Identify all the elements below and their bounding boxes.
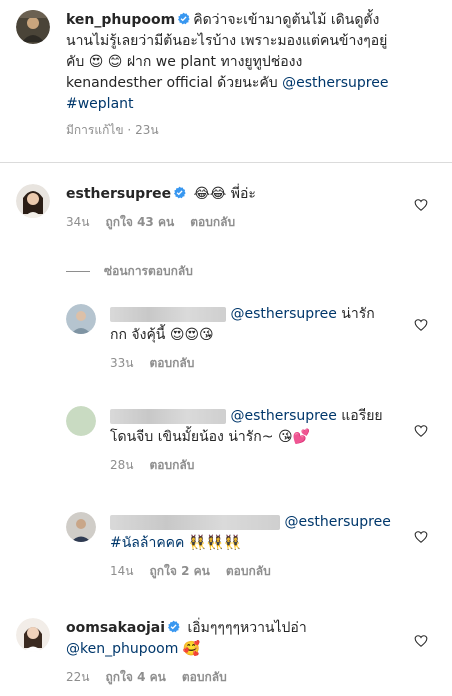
comment-meta: 22น ถูกใจ 4 คน ตอบกลับ	[66, 668, 438, 687]
caption-line-4: kenandesther official ด้วยนะคับ	[66, 75, 278, 91]
comment-likes[interactable]: ถูกใจ 4 คน	[105, 668, 165, 687]
heart-icon[interactable]	[414, 634, 428, 648]
comment-time: 34น	[66, 215, 90, 229]
comment-emoji: 🥰	[182, 641, 201, 657]
reply-emoji: 👯‍♀️👯‍♀️👯‍♀️	[188, 535, 242, 551]
blurred-username	[110, 408, 226, 424]
caption-line-2: นานไม่รู้เลยว่ามีต้นอะไรบ้าง เพราะมองแต่…	[66, 33, 388, 49]
reply-body-a: แอรียย	[341, 408, 383, 424]
hide-replies-label: ซ่อนการตอบกลับ	[104, 264, 193, 278]
comment-esthersupree: esthersupree 😂😂 พี่อ่ะ 34น ถูกใจ 43 คน ต…	[0, 184, 452, 232]
post-caption: ken_phupoom คิดว่าจะเข้ามาดูต้นไม้ เดินดู…	[0, 0, 452, 160]
caption-line-3a: คับ	[66, 54, 85, 70]
caption-hashtag[interactable]: #weplant	[66, 96, 134, 112]
avatar-oomsakaojai[interactable]	[16, 618, 50, 652]
comment-meta: 34น ถูกใจ 43 คน ตอบกลับ	[66, 213, 438, 232]
heart-icon[interactable]	[414, 198, 428, 212]
reply-time: 33น	[110, 356, 134, 370]
divider	[0, 162, 452, 163]
post-edited-time: มีการแก้ไข · 23น	[66, 123, 159, 137]
comment-username[interactable]: esthersupree	[66, 186, 171, 202]
reply-body-b: โดนจีบ เขินมั้ยน้อง น่ารัก~	[110, 429, 274, 445]
comment-text: oomsakaojai เอิ่มๆๆๆๆหวานไปอ่า @ken_phup…	[66, 618, 438, 660]
reply-button[interactable]: ตอบกลับ	[149, 354, 194, 373]
avatar-esthersupree[interactable]	[16, 184, 50, 218]
reply-mention[interactable]: @esthersupree	[284, 514, 390, 530]
reply-button[interactable]: ตอบกลับ	[190, 213, 235, 232]
reply-emoji: 😘💕	[277, 429, 310, 445]
reply-body-a: น่ารัก	[341, 306, 375, 322]
reply-text: @esthersupree แอรียย โดนจีบ เขินมั้ยน้อง…	[110, 406, 438, 448]
post-username[interactable]: ken_phupoom	[66, 12, 175, 28]
reply-button[interactable]: ตอบกลับ	[182, 668, 227, 687]
blurred-username	[110, 514, 280, 530]
heart-icon[interactable]	[414, 318, 428, 332]
reply-3: @esthersupree #นัลล้าคคค 👯‍♀️👯‍♀️👯‍♀️ 14…	[0, 512, 452, 581]
comment-text: esthersupree 😂😂 พี่อ่ะ	[66, 184, 438, 205]
avatar-reply-2[interactable]	[66, 406, 96, 436]
reply-button[interactable]: ตอบกลับ	[149, 456, 194, 475]
avatar-ken[interactable]	[16, 10, 50, 44]
comment-body: เอิ่มๆๆๆๆหวานไปอ่า	[187, 620, 307, 636]
reply-2: @esthersupree แอรียย โดนจีบ เขินมั้ยน้อง…	[0, 406, 452, 475]
reply-likes[interactable]: ถูกใจ 2 คน	[149, 562, 209, 581]
reply-button[interactable]: ตอบกลับ	[226, 562, 271, 581]
verified-badge-icon	[168, 620, 180, 633]
caption-text: ken_phupoom คิดว่าจะเข้ามาดูต้นไม้ เดินดู…	[66, 10, 438, 115]
comment-emoji: 😂😂	[193, 186, 227, 202]
comment-username[interactable]: oomsakaojai	[66, 620, 165, 636]
reply-time: 28น	[110, 458, 134, 472]
comment-likes[interactable]: ถูกใจ 43 คน	[105, 213, 174, 232]
post-meta: มีการแก้ไข · 23น	[66, 121, 438, 140]
caption-emoji: 😍 😊	[88, 54, 123, 70]
reply-meta: 33น ตอบกลับ	[110, 354, 438, 373]
comment-time: 22น	[66, 670, 90, 684]
replies-line	[66, 271, 90, 272]
heart-icon[interactable]	[414, 530, 428, 544]
verified-badge-icon	[174, 186, 186, 199]
reply-mention[interactable]: @esthersupree	[230, 408, 336, 424]
reply-meta: 14น ถูกใจ 2 คน ตอบกลับ	[110, 562, 438, 581]
avatar-reply-3[interactable]	[66, 512, 96, 542]
reply-1: @esthersupree น่ารัก กก จังคุ้นี้ 😍😍😘 33…	[0, 304, 452, 373]
reply-text: @esthersupree #นัลล้าคคค 👯‍♀️👯‍♀️👯‍♀️	[110, 512, 438, 554]
verified-badge-icon	[178, 12, 190, 25]
reply-hashtag[interactable]: #นัลล้าคคค	[110, 535, 184, 551]
comment-mention[interactable]: @ken_phupoom	[66, 641, 178, 657]
reply-time: 14น	[110, 564, 134, 578]
blurred-username	[110, 306, 226, 322]
comment-oomsakaojai: oomsakaojai เอิ่มๆๆๆๆหวานไปอ่า @ken_phup…	[0, 618, 452, 687]
reply-text: @esthersupree น่ารัก กก จังคุ้นี้ 😍😍😘	[110, 304, 438, 346]
reply-body-b: กก จังคุ้นี้	[110, 327, 166, 343]
caption-line-3b: ฝาก we plant ทางยูทูปช่องง	[126, 54, 303, 70]
caption-line-1: คิดว่าจะเข้ามาดูต้นไม้ เดินดูตั้ง	[193, 12, 380, 28]
hide-replies-button[interactable]: ซ่อนการตอบกลับ	[66, 262, 193, 281]
comment-body: พี่อ่ะ	[230, 186, 256, 202]
reply-emoji: 😍😍😘	[169, 327, 214, 343]
avatar-reply-1[interactable]	[66, 304, 96, 334]
reply-meta: 28น ตอบกลับ	[110, 456, 438, 475]
caption-mention[interactable]: @esthersupree	[282, 75, 388, 91]
heart-icon[interactable]	[414, 424, 428, 438]
reply-mention[interactable]: @esthersupree	[230, 306, 336, 322]
